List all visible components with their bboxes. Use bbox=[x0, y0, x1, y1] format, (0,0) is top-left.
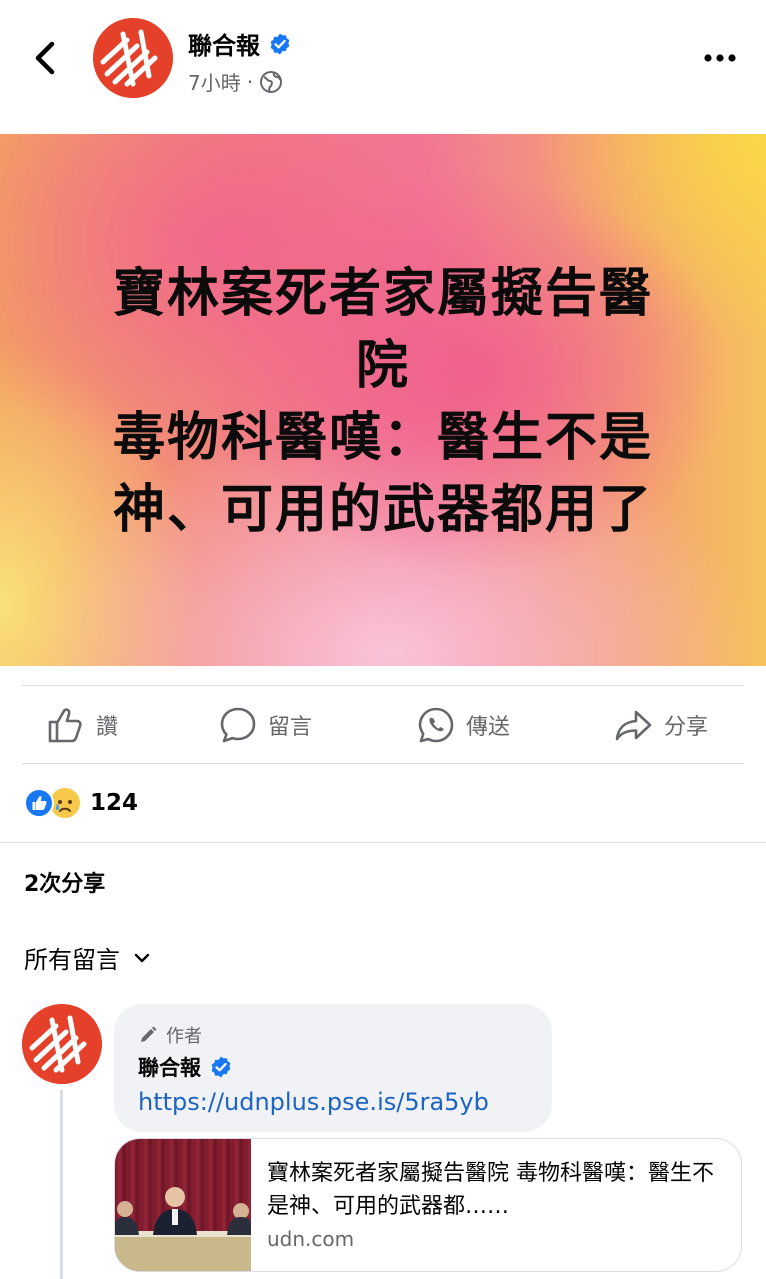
chevron-down-icon bbox=[134, 953, 150, 962]
page-avatar[interactable] bbox=[93, 18, 173, 98]
chevron-left-icon bbox=[35, 41, 55, 75]
page-name-text: 聯合報 bbox=[188, 32, 260, 60]
share-count[interactable]: 2次分享 bbox=[24, 866, 105, 898]
author-tag: 作者 bbox=[138, 1022, 202, 1048]
sad-reaction-icon bbox=[50, 788, 80, 818]
comment-button[interactable]: 留言 bbox=[218, 702, 312, 748]
post-time: 7小時 bbox=[188, 71, 241, 95]
link-preview-card[interactable]: 寶林案死者家屬擬告醫院 毒物科醫嘆：醫生不是神、可用的武器都…… udn.com bbox=[114, 1138, 742, 1272]
comment-author-name[interactable]: 聯合報 bbox=[138, 1052, 233, 1082]
verified-badge-icon bbox=[270, 33, 290, 54]
comment-author-name-text: 聯合報 bbox=[138, 1056, 201, 1080]
whatsapp-icon bbox=[418, 707, 454, 743]
post-text-line: 院 bbox=[355, 336, 410, 396]
share-button[interactable]: 分享 bbox=[614, 702, 708, 748]
more-options-button[interactable] bbox=[700, 46, 740, 70]
pencil-icon bbox=[141, 1026, 157, 1042]
like-button[interactable]: 讚 bbox=[46, 702, 118, 748]
reactions-summary[interactable]: 124 bbox=[24, 784, 138, 822]
comment-thread-line bbox=[60, 1090, 63, 1279]
comment-label: 留言 bbox=[268, 715, 313, 740]
globe-icon bbox=[260, 70, 283, 93]
thumbs-up-icon bbox=[48, 708, 82, 743]
comments-sort-dropdown[interactable]: 所有留言 bbox=[24, 940, 152, 975]
send-button[interactable]: 傳送 bbox=[416, 702, 510, 748]
link-preview-title: 寶林案死者家屬擬告醫院 毒物科醫嘆：醫生不是神、可用的武器都…… bbox=[267, 1161, 714, 1219]
post-text-line: 毒物科醫嘆：醫生不是 bbox=[112, 408, 653, 468]
back-button[interactable] bbox=[30, 36, 64, 80]
meta-separator: · bbox=[246, 69, 254, 94]
post-text-line: 寶林案死者家屬擬告醫 bbox=[112, 264, 653, 324]
post-header: 聯合報 7小時 · bbox=[0, 0, 766, 120]
comment-bubble[interactable]: 作者 聯合報 https://udnplus.pse.is/5ra5yb bbox=[114, 1004, 552, 1132]
link-preview-domain: udn.com bbox=[267, 1227, 355, 1251]
post-text-line: 神、可用的武器都用了 bbox=[112, 480, 653, 540]
reaction-count: 124 bbox=[90, 790, 139, 816]
divider bbox=[0, 842, 766, 843]
verified-badge-icon bbox=[211, 1056, 231, 1078]
action-bar: 讚 留言 傳送 分享 bbox=[0, 688, 766, 762]
comment-link[interactable]: https://udnplus.pse.is/5ra5yb bbox=[138, 1088, 489, 1116]
post-text: 寶林案死者家屬擬告醫 院 毒物科醫嘆：醫生不是 神、可用的武器都用了 bbox=[70, 258, 696, 546]
comment-author-avatar[interactable] bbox=[22, 1004, 102, 1084]
like-label: 讚 bbox=[96, 715, 119, 740]
divider bbox=[22, 763, 744, 764]
page-name[interactable]: 聯合報 bbox=[188, 26, 292, 61]
press-conference-image bbox=[115, 1187, 251, 1271]
post-meta: 7小時 · bbox=[188, 67, 283, 96]
like-reaction-icon bbox=[24, 788, 54, 818]
send-label: 傳送 bbox=[466, 715, 511, 740]
udn-logo-icon bbox=[93, 18, 173, 98]
udn-logo-icon bbox=[22, 1004, 102, 1084]
author-tag-label: 作者 bbox=[166, 1026, 202, 1047]
comment-bubble-icon bbox=[220, 707, 256, 743]
background-text-post[interactable]: 寶林案死者家屬擬告醫 院 毒物科醫嘆：醫生不是 神、可用的武器都用了 bbox=[0, 134, 766, 666]
link-thumbnail bbox=[115, 1139, 251, 1271]
divider bbox=[22, 685, 744, 686]
comments-sort-label: 所有留言 bbox=[24, 946, 120, 974]
more-dots-icon bbox=[704, 54, 736, 62]
share-arrow-icon bbox=[615, 710, 652, 741]
share-label: 分享 bbox=[664, 715, 709, 740]
